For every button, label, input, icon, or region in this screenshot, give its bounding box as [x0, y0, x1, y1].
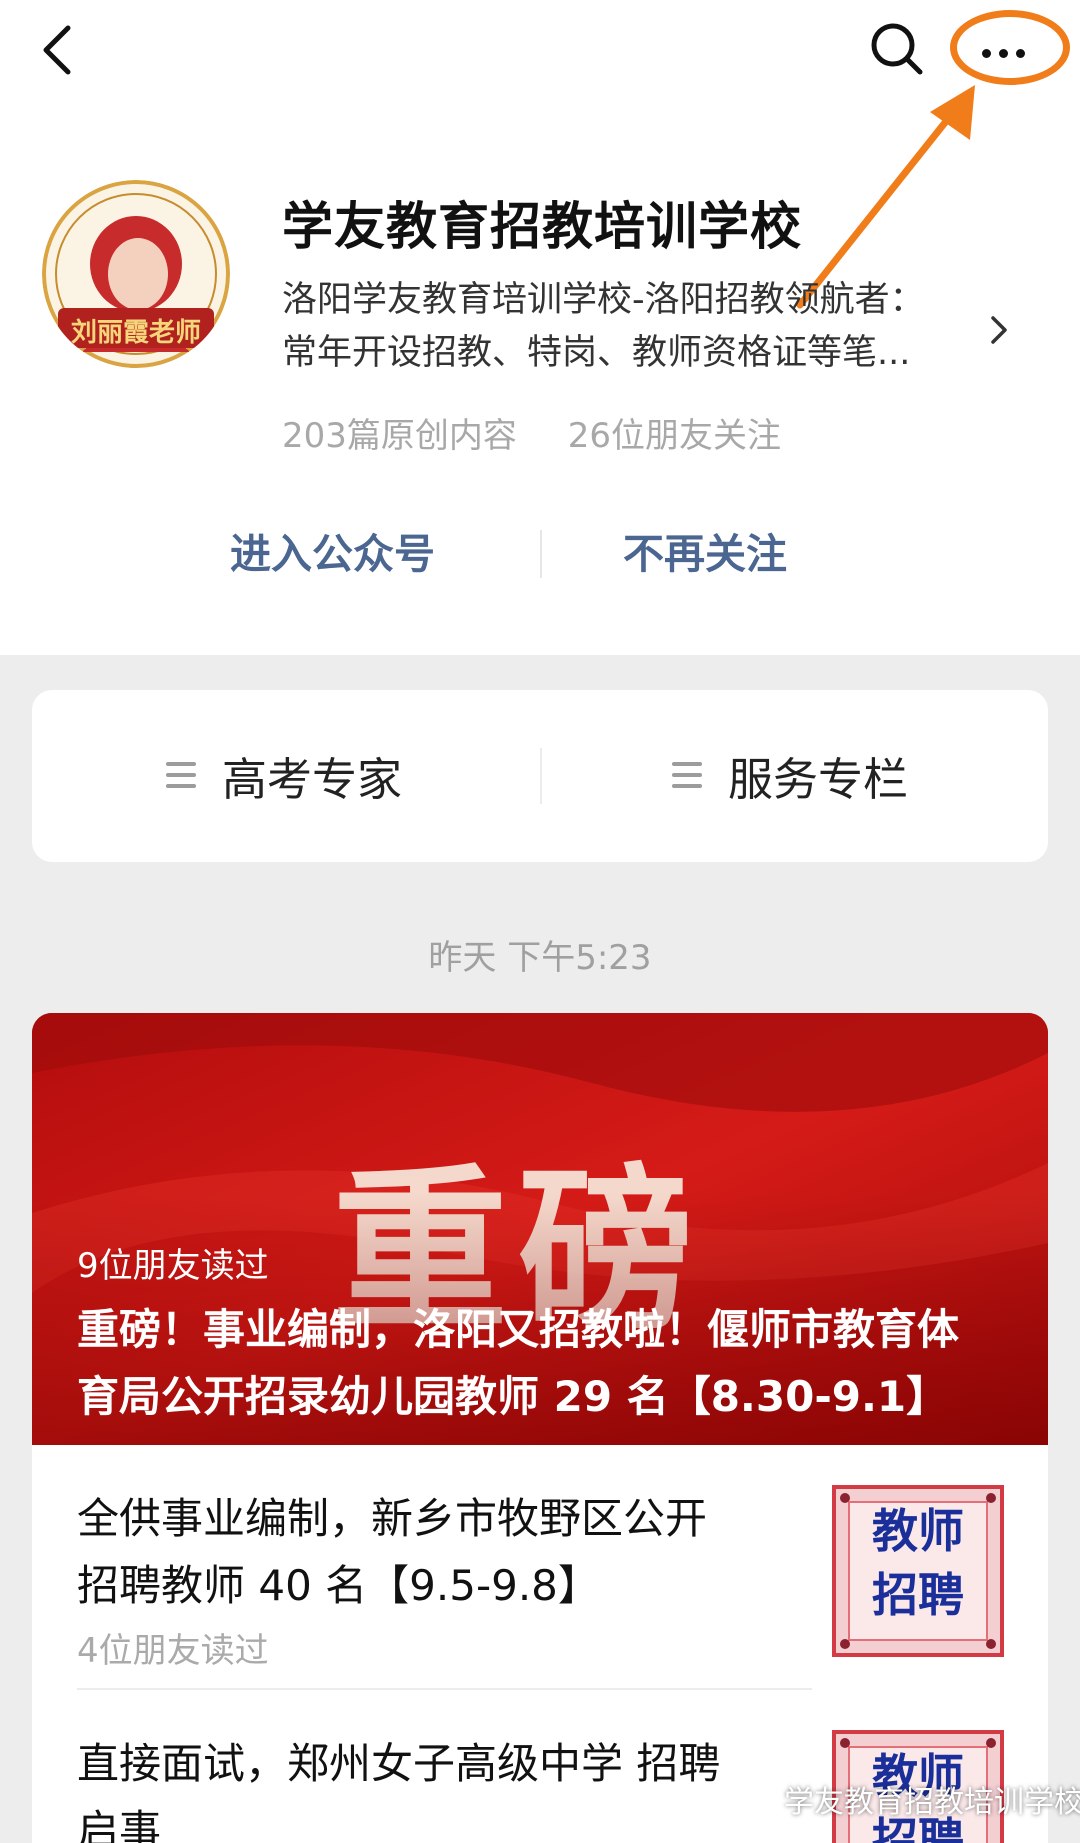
- menu-item-gaokao-expert[interactable]: 高考专家: [166, 745, 403, 806]
- divider: [77, 1688, 812, 1690]
- article-reads: 4位朋友读过: [77, 1631, 269, 1671]
- article-thumbnail: 教师 招聘: [832, 1485, 1004, 1657]
- featured-reads: 9位朋友读过: [77, 1246, 269, 1286]
- unfollow-button[interactable]: 不再关注: [623, 520, 787, 580]
- title-line: 直接面试，郑州女子高级中学 招聘: [77, 1739, 721, 1788]
- divider: [540, 748, 542, 804]
- timestamp: 昨天 下午5:23: [428, 938, 652, 978]
- menu-item-label: 高考专家: [222, 752, 403, 806]
- account-actions: 进入公众号 不再关注: [0, 520, 1080, 590]
- divider: [540, 530, 542, 578]
- wechat-icon: [743, 1787, 774, 1810]
- thumbnail-text: 教师 招聘: [872, 1504, 964, 1622]
- original-count: 203篇原创内容: [282, 416, 517, 456]
- menu-lines-icon: [166, 762, 196, 788]
- chevron-left-icon: [43, 25, 71, 75]
- back-button[interactable]: [30, 14, 90, 84]
- avatar-caption: 刘丽霞老师: [70, 318, 201, 348]
- enter-account-button[interactable]: 进入公众号: [230, 520, 435, 580]
- account-description[interactable]: 洛阳学友教育培训学校-洛阳招教领航者： 常年开设招教、特岗、教师资格证等笔...: [282, 274, 982, 380]
- menu-item-service-column[interactable]: 服务专栏: [672, 745, 909, 806]
- title-line: 招聘教师 40 名【9.5-9.8】: [77, 1561, 600, 1610]
- account-name: 学友教育招教培训学校: [282, 198, 803, 257]
- account-stats: 203篇原创内容 26位朋友关注: [282, 408, 821, 457]
- featured-article[interactable]: 重磅 9位朋友读过 重磅！事业编制，洛阳又招教啦！偃师市教育体 育局公开招录幼儿…: [32, 1013, 1048, 1445]
- menu-lines-icon: [672, 762, 702, 788]
- title-line: 育局公开招录幼儿园教师 29 名【8.30-9.1】: [77, 1372, 949, 1421]
- account-header: 刘丽霞老师 学友教育招教培训学校 洛阳学友教育培训学校-洛阳招教领航者： 常年开…: [0, 0, 1080, 655]
- article-title: 直接面试，郑州女子高级中学 招聘 启事: [77, 1730, 797, 1843]
- title-line: 全供事业编制，新乡市牧野区公开: [77, 1494, 708, 1543]
- description-line: 洛阳学友教育培训学校-洛阳招教领航者：: [282, 280, 925, 320]
- nav-bar: [0, 0, 1080, 100]
- menu-item-label: 服务专栏: [728, 752, 909, 806]
- list-item[interactable]: 全供事业编制，新乡市牧野区公开 招聘教师 40 名【9.5-9.8】 4位朋友读…: [32, 1485, 1048, 1695]
- more-button[interactable]: [950, 10, 1070, 85]
- title-line: 重磅！事业编制，洛阳又招教啦！偃师市教育体: [77, 1305, 960, 1354]
- friends-following: 26位朋友关注: [567, 416, 781, 456]
- search-button[interactable]: [862, 14, 932, 84]
- more-dots-icon: [982, 43, 1033, 62]
- account-menu: 高考专家 服务专栏: [32, 690, 1048, 862]
- title-line: 启事: [77, 1806, 162, 1843]
- description-line: 常年开设招教、特岗、教师资格证等笔...: [282, 333, 911, 373]
- article-title: 全供事业编制，新乡市牧野区公开 招聘教师 40 名【9.5-9.8】: [77, 1485, 797, 1619]
- watermark: 学友教育招教培训学校: [742, 1777, 1080, 1821]
- chevron-right-icon[interactable]: [985, 310, 1013, 350]
- search-icon: [871, 23, 923, 75]
- featured-title: 重磅！事业编制，洛阳又招教啦！偃师市教育体 育局公开招录幼儿园教师 29 名【8…: [77, 1296, 1027, 1430]
- avatar[interactable]: 刘丽霞老师: [42, 180, 230, 368]
- watermark-text: 学友教育招教培训学校: [784, 1785, 1080, 1820]
